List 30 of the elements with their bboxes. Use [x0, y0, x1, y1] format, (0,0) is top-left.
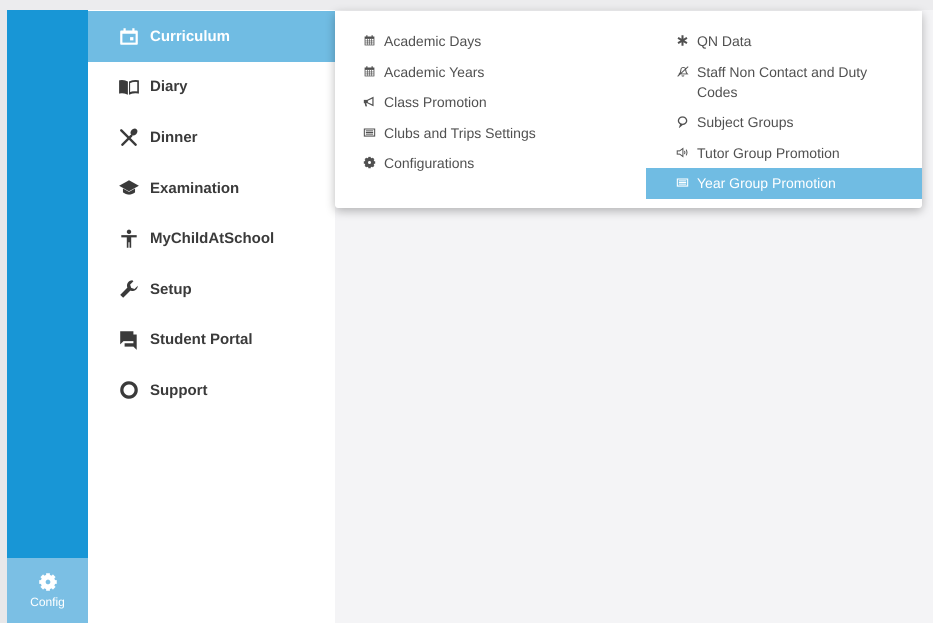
submenu-item[interactable]: Staff Non Contact and Duty Codes: [646, 56, 922, 107]
submenu-item[interactable]: Academic Days: [335, 26, 646, 56]
sidebar-item[interactable]: Examination: [88, 162, 335, 214]
settings-icon: [38, 572, 58, 592]
sidebar-item[interactable]: Dinner: [88, 112, 335, 163]
cutlery-icon: [118, 126, 140, 148]
submenu-item[interactable]: Subject Groups: [646, 107, 922, 138]
list-icon: [363, 126, 376, 138]
submenu-item[interactable]: Clubs and Trips Settings: [335, 118, 646, 148]
gear-icon: [363, 156, 376, 169]
speech-bubble-icon: [676, 115, 689, 128]
submenu-item[interactable]: Academic Years: [335, 56, 646, 87]
megaphone-icon: [363, 95, 376, 108]
submenu-item[interactable]: Class Promotion: [335, 87, 646, 118]
asterisk-icon: [676, 34, 689, 47]
list-icon: [676, 176, 689, 189]
sidebar-item[interactable]: MyChildAtSchool: [88, 213, 335, 264]
muted-bell-icon: [676, 64, 689, 78]
submenu-item[interactable]: Configurations: [335, 148, 646, 178]
submenu-item[interactable]: Tutor Group Promotion: [646, 138, 922, 168]
ring-icon: [118, 379, 140, 402]
submenu-item[interactable]: QN Data: [646, 26, 922, 56]
sidebar-item[interactable]: Setup: [88, 264, 335, 315]
calendar-icon: [363, 34, 376, 47]
wrench-icon: [118, 278, 140, 300]
sidebar-item[interactable]: Diary: [88, 62, 335, 112]
speaker-icon: [676, 146, 689, 158]
sidebar-item[interactable]: Student Portal: [88, 314, 335, 366]
sidebar-item[interactable]: Support: [88, 365, 335, 416]
calendar-icon: [363, 64, 376, 78]
